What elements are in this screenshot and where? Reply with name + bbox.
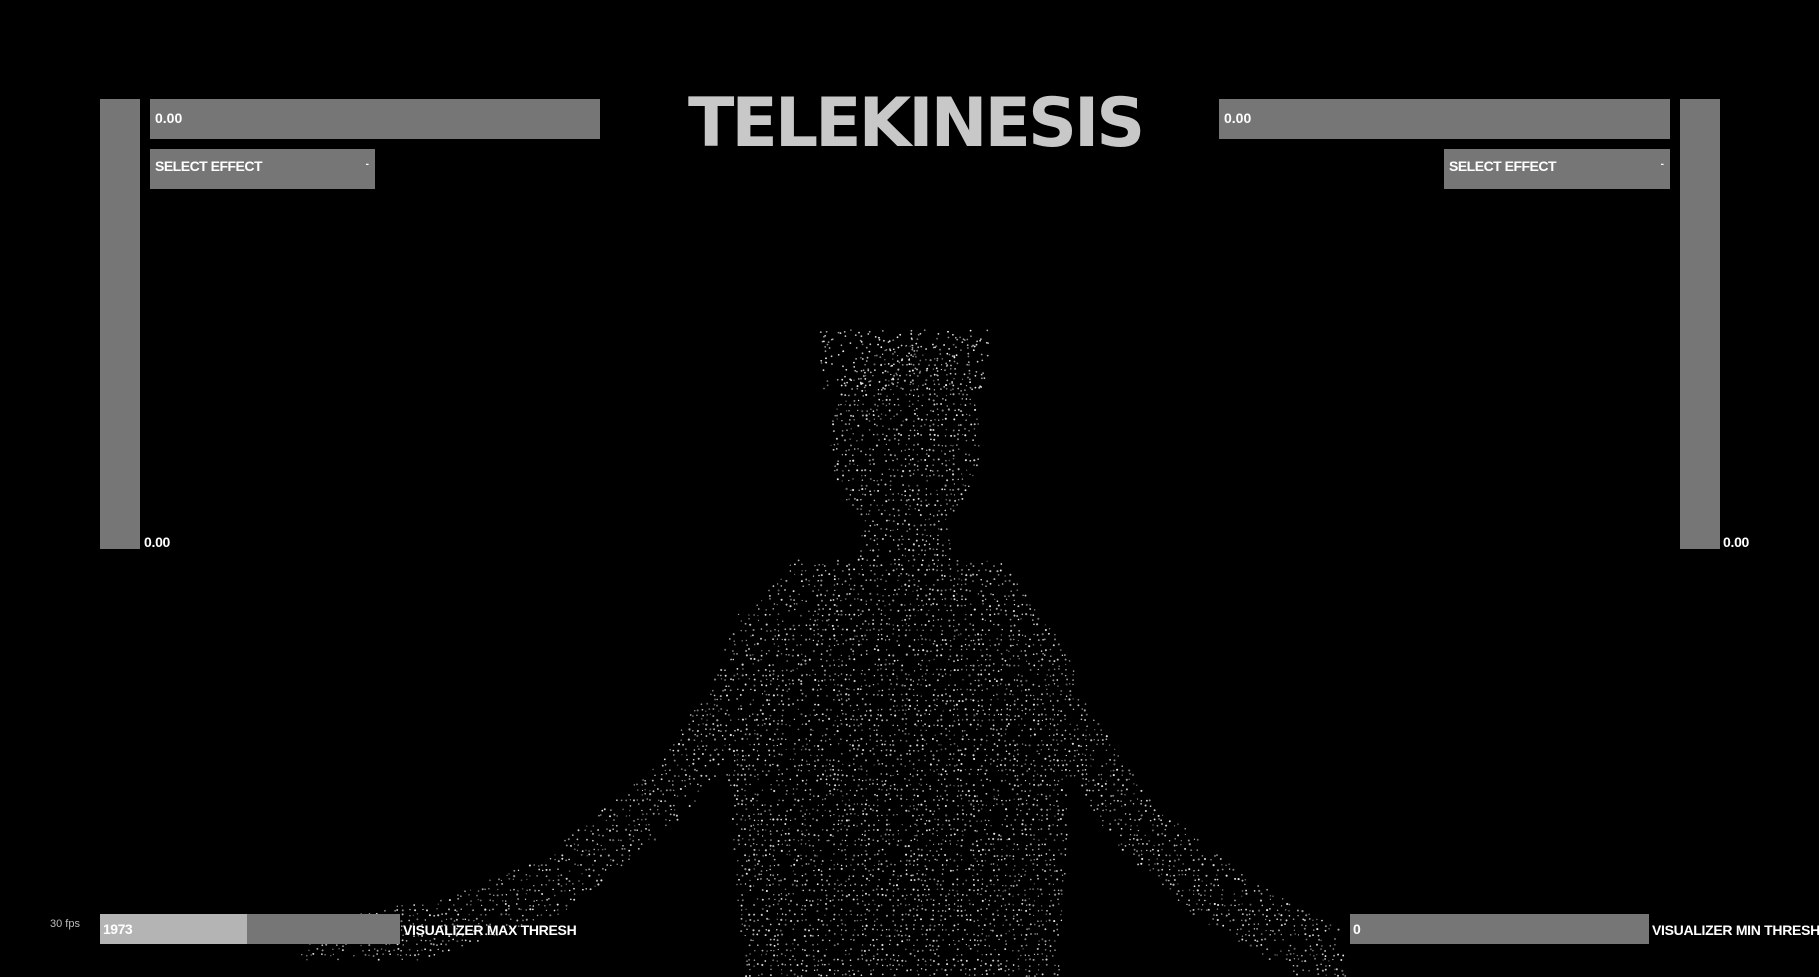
left-vertical-value: 0.00 (144, 534, 171, 550)
fps-counter: 30 fps (50, 918, 80, 930)
right-select-effect-dropdown[interactable]: SELECT EFFECT - (1444, 149, 1670, 189)
chevron-down-icon: - (1660, 159, 1664, 170)
right-select-effect-label: SELECT EFFECT (1449, 158, 1557, 174)
app-title-text: TELEKINESIS (688, 84, 1145, 163)
chevron-down-icon: - (365, 159, 369, 170)
right-vertical-slider[interactable] (1680, 99, 1720, 549)
right-horizontal-value: 0.00 (1224, 110, 1252, 126)
min-thresh-label: VISUALIZER MIN THRESH (1652, 922, 1819, 938)
visualizer-max-thresh-slider[interactable]: 1973 (100, 914, 400, 944)
app-canvas: TELEKINESIS 0.00 0.00 SELECT EFFECT - 0.… (0, 0, 1819, 977)
min-thresh-value: 0 (1353, 921, 1361, 937)
left-horizontal-slider[interactable]: 0.00 (150, 99, 600, 139)
max-thresh-value: 1973 (103, 921, 133, 937)
left-select-effect-label: SELECT EFFECT (155, 158, 263, 174)
left-select-effect-dropdown[interactable]: SELECT EFFECT - (150, 149, 375, 189)
app-title: TELEKINESIS (688, 84, 1145, 164)
right-vertical-value: 0.00 (1723, 534, 1750, 550)
max-thresh-label: VISUALIZER MAX THRESH (403, 922, 577, 938)
visualizer-min-thresh-slider[interactable]: 0 (1350, 914, 1649, 944)
left-vertical-slider[interactable] (100, 99, 140, 549)
left-horizontal-value: 0.00 (155, 110, 183, 126)
right-horizontal-slider[interactable]: 0.00 (1219, 99, 1670, 139)
